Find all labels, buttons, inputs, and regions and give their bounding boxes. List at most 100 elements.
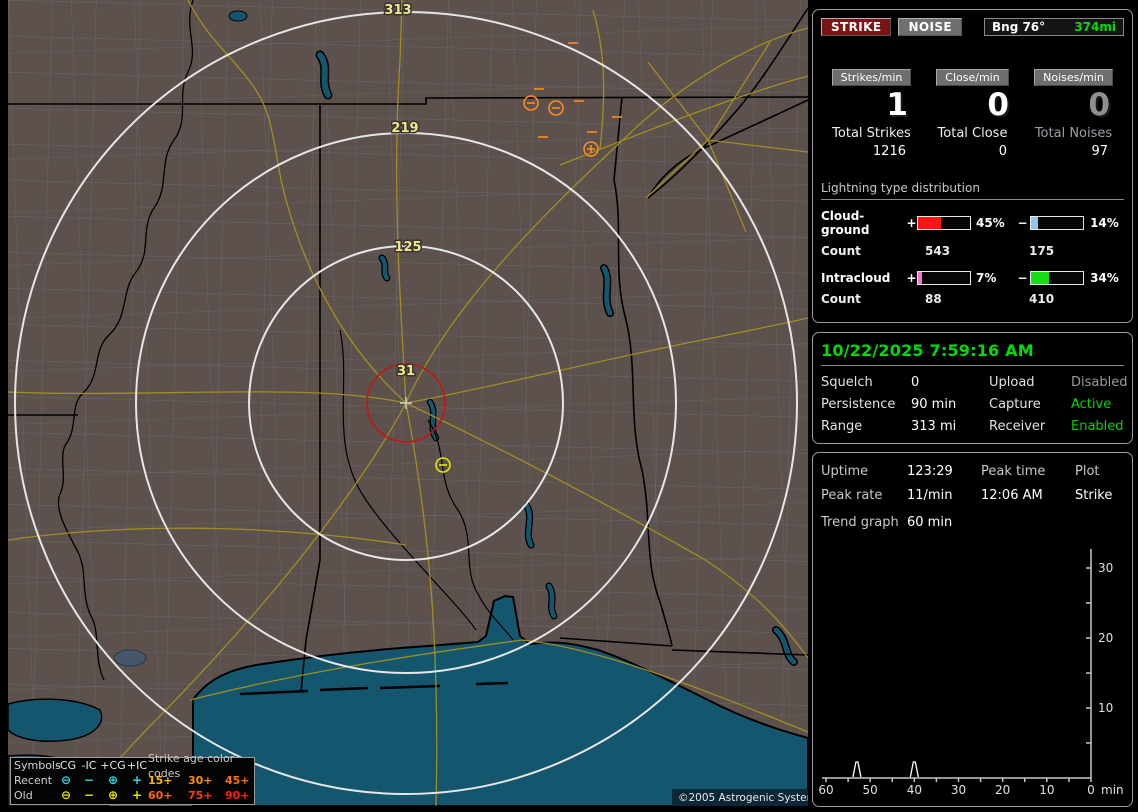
intracloud-label: Intracloud [821,271,891,285]
cg-plus-pct: 45% [975,216,1005,230]
noise-mode-button[interactable]: NOISE [898,18,962,36]
legend-row-recent: Recent [14,774,53,787]
total-close-value: 0 [998,144,1007,159]
ic-minus-bar [1030,271,1085,285]
ic-minus-count: 410 [1029,292,1055,306]
noises-per-min-value: 0 [1088,87,1110,123]
ic-plus-count: 88 [925,292,942,306]
age-90: 90+ [225,789,250,802]
plus-sign: + [906,216,917,230]
ic-neg-recent-icon: − [83,773,95,787]
ic-minus-bar-fill [1031,272,1049,284]
distribution-title: Lightning type distribution [821,181,1124,200]
total-strikes-value: 1216 [872,144,906,159]
trend-x-tick: 40 [907,783,922,797]
ring-label-31: 31 [397,364,415,379]
noises-per-min-chip[interactable]: Noises/min [1034,69,1113,86]
ic-pos-old-icon: + [131,788,143,802]
ic-plus-bar [917,271,971,285]
small-lake [113,649,147,667]
control-sidebar: STRIKE NOISE Bng 76° 374mi Strikes/min C… [812,0,1136,812]
upload-status: Disabled [1071,375,1128,390]
plus-sign: + [906,271,917,285]
total-close-label: Total Close [937,126,1008,141]
count-label: Count [821,292,861,306]
trend-panel: Uptime 123:29 Peak time Plot Peak rate 1… [812,452,1133,807]
bearing-distance: 374mi [1074,20,1116,34]
total-noises-label: Total Noises [1034,126,1113,141]
cg-pos-old-icon: ⊕ [107,788,119,802]
peak-time-label: Peak time [981,464,1046,479]
cg-pos-recent-icon: ⊕ [107,773,119,787]
strike-trend-graph: 60 50 40 30 20 10 0 min 10 20 30 [818,549,1124,797]
legend-row-old: Old [14,789,33,802]
copyright-text: ©2005 Astrogenic Systems [678,792,808,804]
trend-x-tick: 50 [863,783,878,797]
cloud-ground-label: Cloud-ground [821,209,870,237]
strikes-per-min-value: 1 [886,87,908,123]
symbols-legend: Symbols -CG -IC +CG +IC Strike age color… [10,752,255,805]
lake-pontchartrain [8,698,103,743]
cg-minus-bar-fill [1031,217,1039,229]
bearing-value: Bng 76° [992,20,1046,34]
uptime-value: 123:29 [907,464,953,479]
receiver-status: Enabled [1071,419,1124,434]
ring-label-125: 125 [394,240,421,255]
status-panel: 10/22/2025 7:59:16 AM Squelch 0 Upload D… [812,332,1133,444]
trend-x-tick: 0 [1087,783,1095,797]
legend-col-ic-neg: -IC [81,759,97,772]
age-30: 30+ [188,774,213,787]
plot-value: Strike [1075,488,1113,503]
squelch-value: 0 [911,375,920,390]
peak-rate-value: 11/min [907,488,953,503]
strikes-per-min-chip[interactable]: Strikes/min [831,69,912,86]
total-strikes-label: Total Strikes [832,126,911,141]
cg-minus-pct: 14% [1090,216,1119,230]
cloud-ground-row: Cloud-ground + 45% − 14% [821,209,1124,237]
total-noises-value: 97 [1091,144,1108,159]
trend-x-tick: 10 [1039,783,1054,797]
strike-mode-button[interactable]: STRIKE [821,18,892,36]
trend-x-tick: 60 [818,783,833,797]
minus-sign: − [1017,271,1028,285]
plot-label: Plot [1075,464,1100,479]
trend-graph-window: 60 min [907,515,953,530]
lake-eufaula [524,503,534,548]
uptime-label: Uptime [821,464,869,479]
trend-y-tick: 20 [1098,631,1113,645]
capture-label: Capture [989,397,1041,412]
minus-sign: − [1017,216,1028,230]
cg-plus-bar-fill [918,217,942,229]
map-canvas: 313 219 125 31 ©2005 Astrogenic Systems [8,0,808,806]
count-label: Count [821,244,861,258]
cg-plus-count: 543 [925,244,951,258]
ic-plus-bar-fill [918,272,922,284]
trend-graph-label: Trend graph [821,515,899,530]
age-60: 60+ [148,789,173,802]
squelch-label: Squelch [821,375,873,390]
capture-status: Active [1071,397,1112,412]
cg-neg-recent-icon: ⊖ [60,773,72,787]
cg-neg-old-icon: ⊖ [60,788,72,802]
legend-symbols-label: Symbols [14,759,61,772]
ic-neg-old-icon: − [83,788,95,802]
legend-col-cg-neg: -CG [55,759,77,772]
close-per-min-chip[interactable]: Close/min [936,69,1009,86]
peak-rate-label: Peak rate [821,488,883,503]
datetime-display: 10/22/2025 7:59:16 AM [821,341,1124,366]
cg-plus-bar [917,216,971,230]
lightning-map[interactable]: 313 219 125 31 ©2005 Astrogenic Systems Sym… [8,0,808,806]
ic-plus-pct: 7% [975,271,997,285]
trend-y-tick: 30 [1098,561,1113,575]
trend-peak [852,761,862,778]
counters-panel: STRIKE NOISE Bng 76° 374mi Strikes/min C… [812,9,1133,323]
range-label: Range [821,419,863,434]
ring-label-313: 313 [384,3,411,18]
age-15: 15+ [148,774,173,787]
intracloud-row: Intracloud + 7% − 34% [821,271,1124,285]
trend-peak [909,761,919,778]
range-value: 313 mi [911,419,957,434]
small-lake [228,10,248,22]
legend-col-cg-pos: +CG [100,759,126,772]
peak-time-value: 12:06 AM [981,488,1043,503]
